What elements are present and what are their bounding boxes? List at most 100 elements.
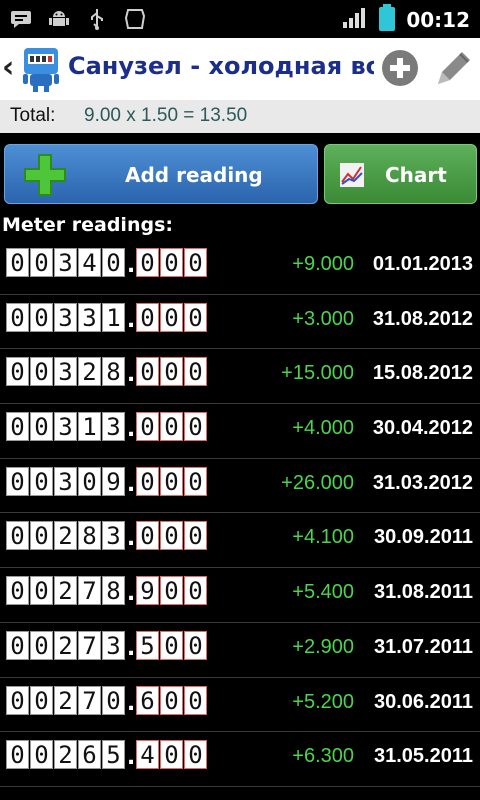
integer-digit: 2 [54,576,77,606]
integer-digit: 1 [78,412,101,442]
integer-digit: 7 [78,576,101,606]
pencil-icon[interactable] [430,44,474,92]
integer-digit: 0 [30,576,53,606]
meter-counter: 00265.400 [6,740,208,771]
integer-digit: 7 [78,630,101,660]
list-item[interactable]: 0 0 2 7 3. 5 0 0 +2.900 31.07.2011 [0,623,480,678]
line-chart-icon [339,162,365,188]
fraction-digit: 0 [136,357,159,387]
meter-counter: 00313.000 [6,412,208,442]
clock-time: 00:12 [406,8,470,32]
integer-digit: 2 [54,630,77,660]
meter-counter: 00331.000 [6,302,208,333]
integer-digit: 0 [6,630,29,660]
integer-digit: 3 [78,302,101,332]
meter-counter: 00270.600 [6,685,208,716]
fraction-digit: 0 [160,412,183,442]
decimal-point: . [126,745,136,771]
meter-counter: 00340.000 [6,248,208,278]
list-item[interactable]: 0 0 2 7 0. 6 0 0 +5.200 30.06.2011 [0,678,480,733]
list-item[interactable]: 0 0 2 8 3. 0 0 0 +4.100 30.09.2011 [0,513,480,569]
reading-date: 31.08.2011 [374,581,473,604]
fraction-digit: 0 [160,740,183,770]
integer-digit: 3 [54,466,77,496]
decimal-point: . [126,307,136,333]
fraction-digit: 0 [160,630,183,660]
fraction-digit: 0 [184,576,207,606]
list-item[interactable]: 0 0 3 1 3. 0 0 0 +4.000 30.04.2012 [0,404,480,459]
decimal-point: . [126,526,136,552]
integer-digit: 0 [78,466,101,496]
fraction-digit: 0 [136,521,159,551]
add-reading-label: Add reading [125,163,263,187]
integer-digit: 0 [30,685,53,715]
fraction-digit: 0 [160,466,183,496]
integer-digit: 8 [102,357,125,387]
reading-delta: +4.000 [292,417,354,440]
integer-digit: 3 [54,357,77,387]
add-circle-icon[interactable] [380,48,420,88]
integer-digit: 3 [54,248,77,277]
list-item[interactable]: 0 0 3 4 0. 0 0 0 +9.000 01.01.2013 [0,240,480,295]
integer-digit: 1 [102,302,125,332]
fraction-digit: 5 [136,630,159,660]
decimal-point: . [126,253,136,278]
integer-digit: 2 [54,521,77,551]
list-item[interactable]: 0 0 3 3 1. 0 0 0 +3.000 31.08.2012 [0,295,480,350]
signal-icon [342,6,368,34]
integer-digit: 0 [6,302,29,332]
integer-digit: 0 [6,521,29,551]
fraction-digit: 0 [160,248,183,277]
add-reading-button[interactable]: Add reading [4,144,318,204]
integer-digit: 0 [30,412,53,442]
back-chevron-icon[interactable]: ‹ [2,50,14,85]
meter-counter: 00309.000 [6,466,208,497]
fraction-digit: 4 [136,740,159,770]
integer-digit: 8 [102,576,125,606]
meter-counter: 00278.900 [6,576,208,607]
decimal-point: . [126,581,136,607]
integer-digit: 0 [30,302,53,332]
list-item[interactable]: 0 0 2 6 5. 4 0 0 +6.300 31.05.2011 [0,732,480,787]
fraction-digit: 0 [136,248,159,277]
reading-date: 30.04.2012 [372,417,473,440]
fraction-digit: 0 [184,630,207,660]
reading-date: 15.08.2012 [372,362,473,385]
list-item[interactable]: 0 0 2 7 8. 9 0 0 +5.400 31.08.2011 [0,568,480,623]
fraction-digit: 0 [184,248,207,277]
list-item[interactable]: 0 0 3 0 9. 0 0 0 +26.000 31.03.2012 [0,459,480,514]
integer-digit: 0 [6,248,29,277]
reading-delta: +15.000 [281,362,354,385]
fraction-digit: 0 [136,302,159,332]
reading-delta: +26.000 [281,471,354,494]
chart-button[interactable]: Chart [324,144,477,204]
reading-delta: +3.000 [292,307,354,330]
fraction-digit: 0 [184,412,207,442]
integer-digit: 0 [30,466,53,496]
app-logo-icon[interactable] [18,44,64,94]
reading-date: 01.01.2013 [372,253,473,275]
fraction-digit: 0 [184,740,207,770]
integer-digit: 0 [102,685,125,715]
chart-label: Chart [385,163,447,187]
integer-digit: 0 [6,685,29,715]
integer-digit: 3 [54,302,77,332]
reading-delta: +2.900 [292,635,354,658]
readings-list[interactable]: 0 0 3 4 0. 0 0 0 +9.000 01.01.2013 0 0 3 3 1. 0 0 0 +3.000… [0,240,480,787]
fraction-digit: 0 [160,521,183,551]
fraction-digit: 0 [184,685,207,715]
android-debug-icon [46,6,72,32]
fraction-digit: 0 [136,412,159,442]
page-title: Санузел - холодная во [68,52,374,80]
integer-digit: 3 [102,412,125,442]
usb-icon [84,6,110,32]
integer-digit: 2 [78,357,101,387]
integer-digit: 3 [102,630,125,660]
list-item[interactable]: 0 0 3 2 8. 0 0 0 +15.000 15.08.2012 [0,349,480,405]
fraction-digit: 0 [160,302,183,332]
reading-date: 30.09.2011 [374,526,473,549]
integer-digit: 0 [102,248,125,277]
reading-delta: +6.300 [292,745,354,768]
integer-digit: 5 [102,740,125,770]
integer-digit: 0 [30,630,53,660]
